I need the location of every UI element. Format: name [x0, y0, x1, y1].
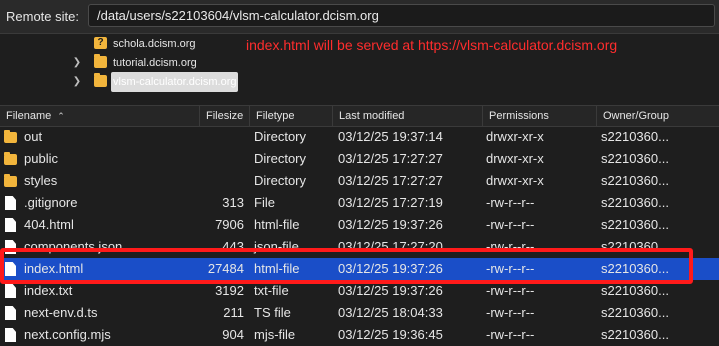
file-permissions: -rw-r--r--	[486, 327, 535, 342]
file-list: out Directory 03/12/25 19:37:14 drwxr-xr-x s…	[0, 126, 719, 342]
file-size: 443	[222, 239, 244, 254]
file-name: .gitignore	[24, 195, 78, 210]
file-icon	[5, 262, 16, 276]
file-type: html-file	[254, 261, 300, 276]
column-header-owner-group[interactable]: Owner/Group	[597, 106, 719, 126]
column-header-filetype[interactable]: Filetype	[250, 106, 333, 126]
file-type: txt-file	[254, 283, 289, 298]
file-last-modified: 03/12/25 19:37:26	[338, 283, 443, 298]
file-owner-group: s2210360...	[601, 239, 669, 254]
file-last-modified: 03/12/25 17:27:19	[338, 195, 443, 210]
file-row[interactable]: out Directory 03/12/25 19:37:14 drwxr-xr-x s…	[0, 126, 719, 148]
chevron-right-icon[interactable]: ❯	[72, 72, 82, 92]
file-owner-group: s2210360...	[601, 129, 669, 144]
file-permissions: -rw-r--r--	[486, 305, 535, 320]
folder-icon	[4, 130, 17, 143]
folder-icon	[94, 54, 107, 68]
chevron-right-icon[interactable]: ❯	[72, 53, 82, 73]
file-icon	[5, 218, 16, 232]
file-row[interactable]: index.html 27484 html-file 03/12/25 19:37:2…	[0, 258, 719, 280]
file-last-modified: 03/12/25 17:27:27	[338, 151, 443, 166]
file-permissions: drwxr-xr-x	[486, 151, 544, 166]
file-permissions: -rw-r--r--	[486, 239, 535, 254]
file-icon	[5, 284, 16, 298]
file-last-modified: 03/12/25 17:27:20	[338, 239, 443, 254]
file-size: 313	[222, 195, 244, 210]
file-row[interactable]: next.config.mjs 904 mjs-file 03/12/25 19:36…	[0, 324, 719, 346]
file-name: styles	[24, 173, 58, 188]
file-row[interactable]: 404.html 7906 html-file 03/12/25 19:37:26 -r…	[0, 214, 719, 236]
file-type: Directory	[254, 129, 307, 144]
file-type: Directory	[254, 151, 307, 166]
file-row[interactable]: public Directory 03/12/25 17:27:27 drwxr-xr…	[0, 148, 719, 170]
column-header-permissions[interactable]: Permissions	[483, 106, 597, 126]
tree-item-label: tutorial.dcism.org	[113, 57, 197, 69]
file-row[interactable]: .gitignore 313 File 03/12/25 17:27:19 -rw-r-…	[0, 192, 719, 214]
folder-icon	[4, 174, 17, 187]
file-name: next-env.d.ts	[24, 305, 98, 320]
file-icon	[5, 196, 16, 210]
file-last-modified: 03/12/25 17:27:27	[338, 173, 443, 188]
file-row[interactable]: styles Directory 03/12/25 17:27:27 drwxr-xr…	[0, 170, 719, 192]
file-owner-group: s2210360...	[601, 305, 669, 320]
file-size: 211	[223, 305, 244, 320]
file-permissions: -rw-r--r--	[486, 217, 535, 232]
file-name: next.config.mjs	[24, 327, 111, 342]
file-permissions: drwxr-xr-x	[486, 129, 544, 144]
file-size: 904	[222, 327, 244, 342]
file-type: TS file	[254, 305, 291, 320]
column-header-filename[interactable]: Filename ⌃	[0, 106, 200, 126]
file-owner-group: s2210360...	[601, 173, 669, 188]
file-owner-group: s2210360...	[601, 327, 669, 342]
file-name: components.json	[24, 239, 123, 254]
remote-site-bar: Remote site: /data/users/s22103604/vlsm-…	[0, 0, 719, 34]
file-owner-group: s2210360...	[601, 261, 669, 276]
file-name: index.html	[24, 261, 84, 276]
annotation-text: index.html will be served at https://vls…	[246, 37, 618, 53]
file-last-modified: 03/12/25 19:37:26	[338, 217, 443, 232]
tree-item-label: vlsm-calculator.dcism.org	[111, 72, 239, 92]
sort-ascending-icon: ⌃	[57, 111, 65, 121]
unknown-folder-icon: ?	[94, 37, 107, 49]
file-list-header: Filename ⌃ Filesize Filetype Last modifie…	[0, 105, 719, 127]
file-type: mjs-file	[254, 327, 296, 342]
file-last-modified: 03/12/25 19:36:45	[338, 327, 443, 342]
column-header-last-modified[interactable]: Last modified	[333, 106, 483, 126]
remote-site-path-input[interactable]: /data/users/s22103604/vlsm-calculator.dc…	[88, 4, 715, 27]
file-name: 404.html	[24, 217, 74, 232]
column-header-filesize[interactable]: Filesize	[200, 106, 250, 126]
file-last-modified: 03/12/25 18:04:33	[338, 305, 443, 320]
file-icon	[5, 328, 16, 342]
file-size: 27484	[207, 261, 244, 276]
file-type: json-file	[254, 239, 299, 254]
file-last-modified: 03/12/25 19:37:14	[338, 129, 443, 144]
file-row[interactable]: next-env.d.ts 211 TS file 03/12/25 18:04:33…	[0, 302, 719, 324]
tree-item-label: schola.dcism.org	[113, 38, 196, 50]
file-size: 7906	[215, 217, 244, 232]
file-row[interactable]: index.txt 3192 txt-file 03/12/25 19:37:26 -r…	[0, 280, 719, 302]
file-owner-group: s2210360...	[601, 151, 669, 166]
file-icon	[5, 306, 16, 320]
file-type: html-file	[254, 217, 300, 232]
column-header-label: Filename	[6, 110, 52, 122]
file-name: public	[24, 151, 58, 166]
file-last-modified: 03/12/25 19:37:26	[338, 261, 443, 276]
file-owner-group: s2210360...	[601, 195, 669, 210]
file-type: Directory	[254, 173, 307, 188]
file-permissions: -rw-r--r--	[486, 195, 535, 210]
file-type: File	[254, 195, 275, 210]
file-icon	[5, 240, 16, 254]
folder-icon	[94, 73, 107, 87]
file-permissions: -rw-r--r--	[486, 283, 535, 298]
file-permissions: drwxr-xr-x	[486, 173, 544, 188]
file-owner-group: s2210360...	[601, 283, 669, 298]
folder-icon	[4, 152, 17, 165]
file-permissions: -rw-r--r--	[486, 261, 535, 276]
file-owner-group: s2210360...	[601, 217, 669, 232]
remote-site-label: Remote site:	[6, 9, 79, 24]
file-row[interactable]: components.json 443 json-file 03/12/25 17:2…	[0, 236, 719, 258]
file-name: index.txt	[24, 283, 73, 298]
file-name: out	[24, 129, 43, 144]
file-size: 3192	[215, 283, 244, 298]
